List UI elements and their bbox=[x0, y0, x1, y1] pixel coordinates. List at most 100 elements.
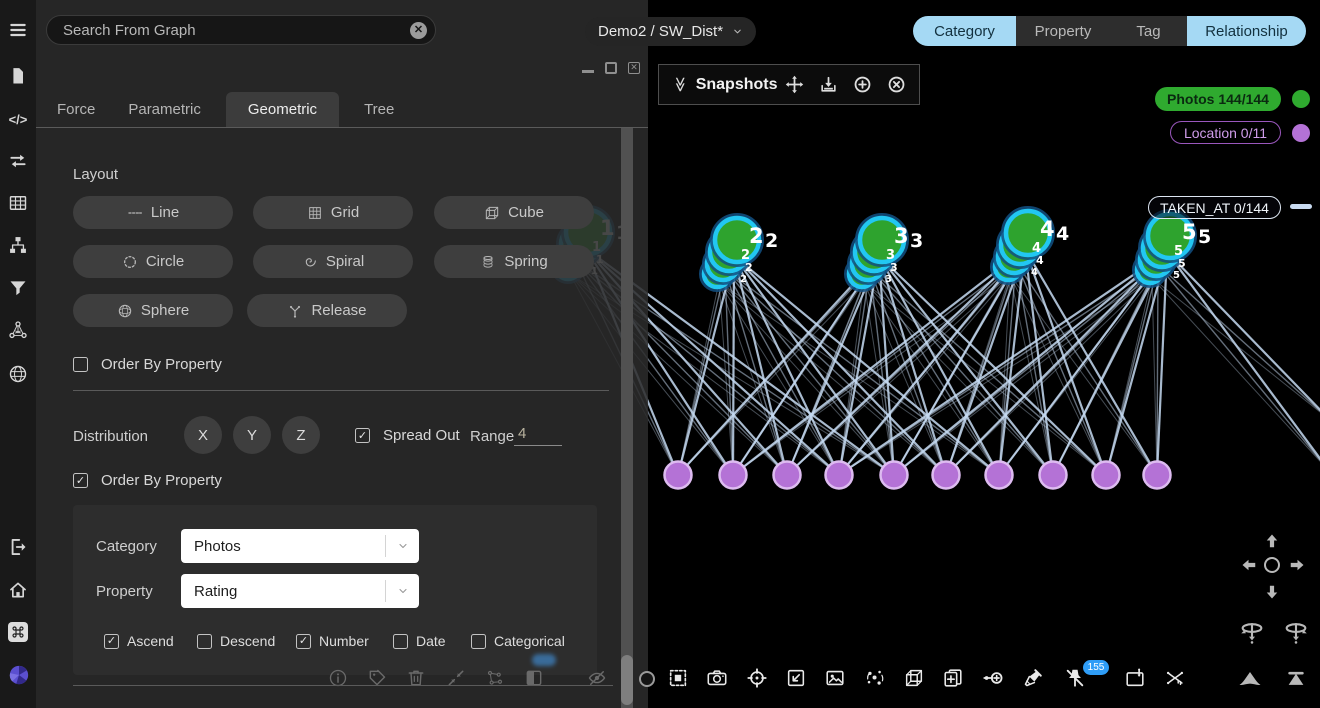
fly-down-icon[interactable] bbox=[1236, 665, 1264, 693]
fly-up-icon[interactable] bbox=[1282, 665, 1310, 693]
scatter-nodes-icon[interactable] bbox=[864, 667, 886, 689]
chevron-down-icon bbox=[385, 580, 419, 602]
home-icon[interactable] bbox=[8, 580, 28, 600]
layout-grid-button[interactable]: Grid bbox=[253, 196, 413, 229]
maximize-icon[interactable] bbox=[605, 62, 617, 74]
tab-tag[interactable]: Tag bbox=[1110, 16, 1187, 46]
line-icon bbox=[127, 205, 143, 221]
add-snapshot-icon[interactable] bbox=[853, 75, 872, 94]
property-select[interactable]: Rating bbox=[181, 574, 419, 608]
search-clear-icon[interactable]: ✕ bbox=[410, 22, 427, 39]
pan-center-icon[interactable] bbox=[1264, 557, 1280, 573]
tab-geometric[interactable]: Geometric bbox=[226, 92, 339, 128]
rotate-right-icon[interactable] bbox=[1282, 617, 1310, 645]
menu-icon[interactable] bbox=[8, 20, 28, 40]
scrollbar-track bbox=[621, 128, 633, 708]
spread-out-checkbox[interactable] bbox=[355, 428, 370, 443]
layout-release-button[interactable]: Release bbox=[247, 294, 407, 327]
pan-right-icon[interactable] bbox=[1287, 556, 1305, 574]
table-icon[interactable] bbox=[8, 193, 28, 213]
svg-text:4: 4 bbox=[1036, 254, 1044, 267]
relationship-line-sample[interactable] bbox=[1290, 204, 1312, 209]
panel-handle[interactable] bbox=[639, 671, 655, 687]
collapse-chevrons-icon[interactable]: ≫ bbox=[672, 77, 687, 93]
search-input[interactable] bbox=[46, 15, 436, 45]
svg-text:2: 2 bbox=[745, 261, 753, 274]
svg-text:4: 4 bbox=[1056, 223, 1069, 245]
cube-3d-icon[interactable] bbox=[903, 667, 925, 689]
download-icon[interactable] bbox=[819, 75, 838, 94]
file-icon[interactable] bbox=[8, 66, 28, 86]
tab-relationship[interactable]: Relationship bbox=[1187, 16, 1306, 46]
close-window-icon[interactable]: ✕ bbox=[628, 62, 640, 74]
hierarchy-icon[interactable] bbox=[8, 235, 28, 255]
number-checkbox[interactable] bbox=[296, 634, 311, 649]
layout-sphere-button[interactable]: Sphere bbox=[73, 294, 233, 327]
cube-icon bbox=[484, 205, 500, 221]
photos-badge[interactable]: Photos 144/144 bbox=[1155, 87, 1281, 111]
command-icon[interactable] bbox=[8, 622, 28, 642]
location-badge[interactable]: Location 0/11 bbox=[1170, 121, 1281, 144]
pan-left-icon[interactable] bbox=[1241, 556, 1259, 574]
layout-spring-button[interactable]: Spring bbox=[434, 245, 594, 278]
axis-y-button[interactable]: Y bbox=[233, 416, 271, 454]
categorical-option: Categorical bbox=[471, 633, 565, 649]
cut-branches-icon[interactable] bbox=[1164, 667, 1186, 689]
filter-icon[interactable] bbox=[8, 278, 28, 298]
category-label: Category bbox=[96, 538, 157, 555]
svg-text:5: 5 bbox=[1173, 270, 1180, 281]
sphere-icon bbox=[117, 303, 133, 319]
order-by-property-checkbox[interactable] bbox=[73, 473, 88, 488]
pan-down-icon[interactable] bbox=[1263, 582, 1281, 600]
scrollbar-thumb[interactable] bbox=[621, 655, 633, 705]
logout-icon[interactable] bbox=[8, 537, 28, 557]
camera-icon[interactable] bbox=[706, 667, 728, 689]
tab-tree[interactable]: Tree bbox=[364, 101, 394, 128]
order-by-property-main: Order By Property bbox=[73, 472, 222, 489]
sidebar: </> bbox=[0, 0, 36, 708]
network-icon[interactable] bbox=[8, 320, 28, 340]
tab-property[interactable]: Property bbox=[1016, 16, 1110, 46]
ascend-checkbox[interactable] bbox=[104, 634, 119, 649]
category-select[interactable]: Photos bbox=[181, 529, 419, 563]
layout-cube-button[interactable]: Cube bbox=[434, 196, 594, 229]
photos-color-dot[interactable] bbox=[1292, 90, 1310, 108]
descend-checkbox[interactable] bbox=[197, 634, 212, 649]
center-target-icon[interactable] bbox=[746, 667, 768, 689]
image-icon[interactable] bbox=[824, 667, 846, 689]
layout-spiral-button[interactable]: Spiral bbox=[253, 245, 413, 278]
clipboard-pin-icon[interactable] bbox=[1124, 667, 1146, 689]
axis-z-button[interactable]: Z bbox=[282, 416, 320, 454]
close-icon[interactable] bbox=[887, 75, 906, 94]
layout-circle-button[interactable]: Circle bbox=[73, 245, 233, 278]
code-icon[interactable]: </> bbox=[8, 109, 28, 129]
count-glow-badge bbox=[532, 654, 556, 666]
app-logo-icon[interactable] bbox=[8, 664, 30, 686]
project-selector[interactable]: Demo2 / SW_Dist* bbox=[585, 17, 756, 46]
move-icon[interactable] bbox=[785, 75, 804, 94]
spiral-icon bbox=[302, 254, 318, 270]
relationship-badge[interactable]: TAKEN_AT 0/144 bbox=[1148, 196, 1281, 219]
export-frame-icon[interactable] bbox=[785, 667, 807, 689]
tab-parametric[interactable]: Parametric bbox=[128, 101, 201, 128]
transform-icon[interactable] bbox=[8, 151, 28, 171]
distribution-label: Distribution bbox=[73, 428, 148, 445]
brush-icon[interactable] bbox=[1022, 667, 1044, 689]
categorical-checkbox[interactable] bbox=[471, 634, 486, 649]
axis-x-button[interactable]: X bbox=[184, 416, 222, 454]
location-color-dot[interactable] bbox=[1292, 124, 1310, 142]
layout-line-button[interactable]: Line bbox=[73, 196, 233, 229]
add-document-icon[interactable] bbox=[942, 667, 964, 689]
select-area-icon[interactable] bbox=[667, 667, 689, 689]
minimize-icon[interactable] bbox=[582, 70, 594, 73]
order-by-property-checkbox[interactable] bbox=[73, 357, 88, 372]
date-checkbox[interactable] bbox=[393, 634, 408, 649]
range-input[interactable]: 4 bbox=[514, 425, 562, 446]
pan-up-icon[interactable] bbox=[1263, 533, 1281, 551]
globe-icon[interactable] bbox=[8, 364, 28, 384]
tab-category[interactable]: Category bbox=[913, 16, 1016, 46]
order-by-property-panel: Category Photos Property Rating Ascend D… bbox=[73, 505, 597, 675]
tab-force[interactable]: Force bbox=[57, 101, 95, 128]
rotate-left-icon[interactable] bbox=[1238, 617, 1266, 645]
connect-add-icon[interactable] bbox=[982, 667, 1004, 689]
